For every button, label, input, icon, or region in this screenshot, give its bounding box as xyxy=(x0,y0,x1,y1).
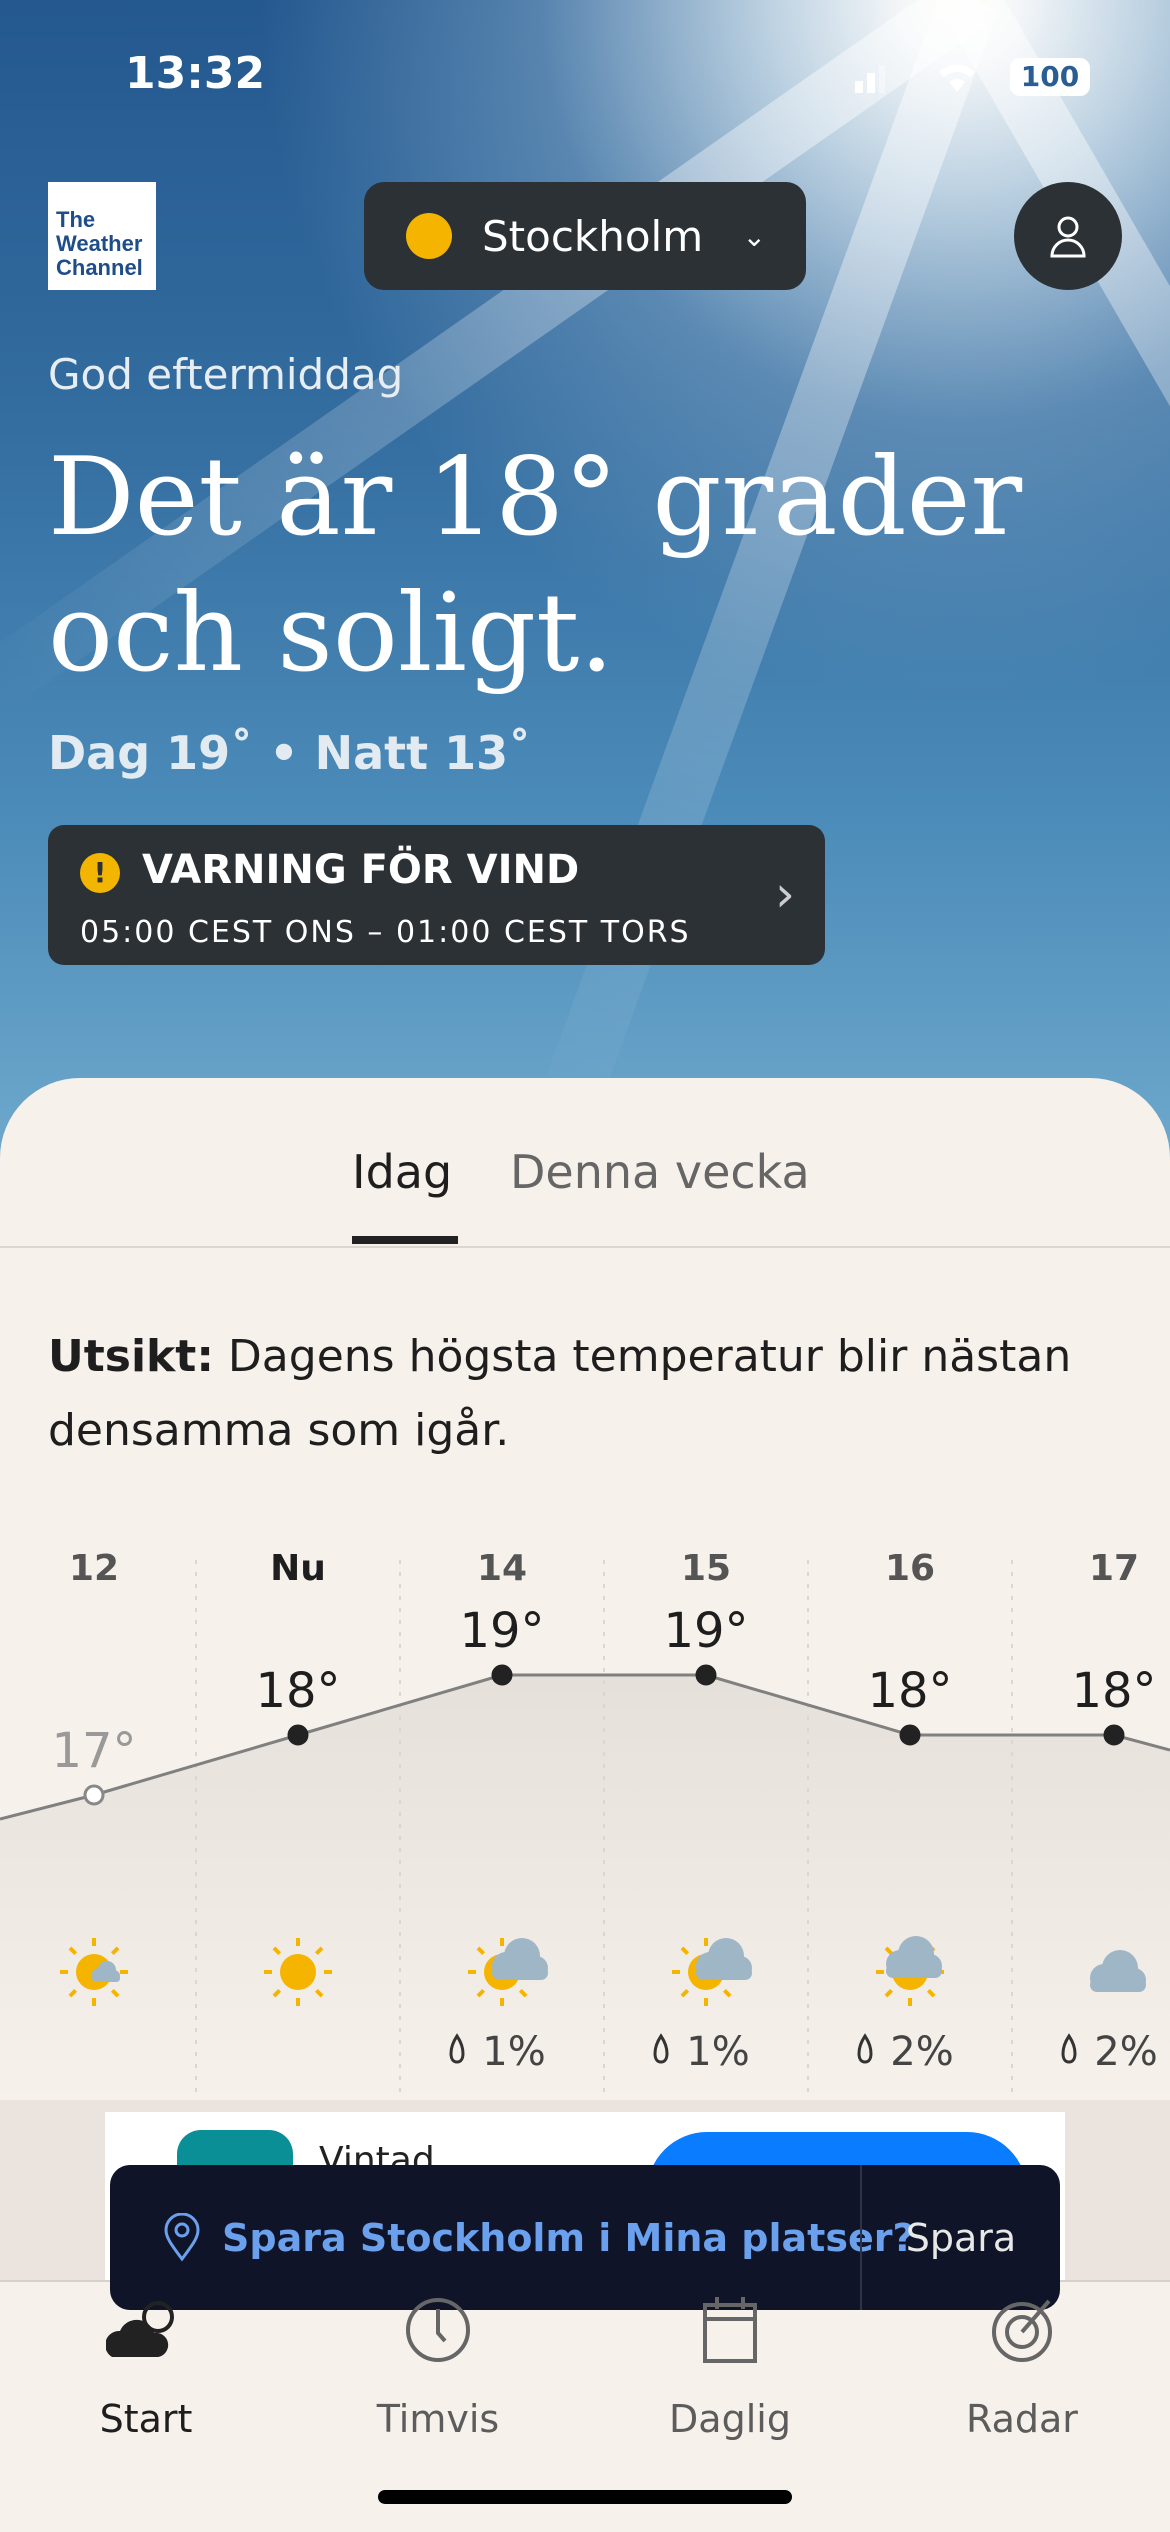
battery-indicator: 100 xyxy=(1010,58,1090,96)
hourly-chart: 17° 12 18° Nu 19° 14 1% 19° 15 1% 18° 16 2% 18° 17 2% xyxy=(0,1548,1170,2100)
signal-icon xyxy=(855,65,885,93)
day-night-temps: Dag 19˚ • Natt 13˚ xyxy=(48,726,532,780)
temperature-point xyxy=(491,1664,513,1686)
hour-label: 15 xyxy=(681,1548,731,1589)
calendar-icon xyxy=(703,2297,757,2363)
precip-chance: 1% xyxy=(686,2029,749,2075)
nav-radar[interactable]: Radar xyxy=(876,2295,1168,2441)
divider xyxy=(0,1246,1170,1248)
nav-daglig[interactable]: Daglig xyxy=(584,2295,876,2441)
tab-denna-vecka[interactable]: Denna vecka xyxy=(510,1145,810,1199)
status-time: 13:32 xyxy=(125,48,266,99)
temperature-area xyxy=(0,1675,1170,2100)
hour-label: 17 xyxy=(1089,1548,1139,1589)
sun-icon xyxy=(406,213,452,259)
tab-idag[interactable]: Idag xyxy=(352,1145,452,1199)
temperature-label: 19° xyxy=(459,1603,544,1659)
warning-title: VARNING FÖR VIND xyxy=(142,847,580,893)
warning-period: 05:00 CEST ONS – 01:00 CEST TORS xyxy=(80,915,691,950)
temperature-point xyxy=(695,1664,717,1686)
precip-chance: 2% xyxy=(1094,2029,1157,2075)
warning-icon: ! xyxy=(80,853,120,893)
active-tab-indicator xyxy=(352,1236,458,1244)
cloud-icon xyxy=(105,2301,174,2357)
save-button[interactable]: Spara xyxy=(862,2216,1060,2260)
toast-message[interactable]: Spara Stockholm i Mina platser? xyxy=(222,2216,915,2260)
precip-chance: 1% xyxy=(482,2029,545,2075)
wifi-icon xyxy=(939,64,975,92)
temperature-point xyxy=(83,1784,105,1806)
outlook-text: Utsikt: Dagens högsta temperatur blir nä… xyxy=(48,1331,1072,1456)
precip-chance: 2% xyxy=(890,2029,953,2075)
hour-label: 12 xyxy=(69,1548,119,1589)
chevron-down-icon: ⌄ xyxy=(742,219,766,253)
temperature-label: 18° xyxy=(867,1663,952,1719)
hour-label: 16 xyxy=(885,1548,935,1589)
radar-icon xyxy=(992,2299,1052,2362)
clock-icon xyxy=(406,2298,470,2362)
person-icon xyxy=(1050,216,1086,258)
temperature-label: 18° xyxy=(1071,1663,1156,1719)
location-name: Stockholm xyxy=(482,211,704,261)
temperature-point xyxy=(1103,1724,1125,1746)
headline: Det är 18° grader och soligt. xyxy=(48,435,1023,696)
nav-timvis[interactable]: Timvis xyxy=(292,2295,584,2441)
temperature-point xyxy=(287,1724,309,1746)
home-indicator[interactable] xyxy=(378,2490,792,2504)
location-selector[interactable]: Stockholm ⌄ xyxy=(364,182,806,290)
location-pin-icon xyxy=(164,2212,200,2262)
chevron-right-icon: › xyxy=(775,865,795,923)
temperature-point xyxy=(899,1724,921,1746)
save-location-toast: Spara Stockholm i Mina platser? Spara xyxy=(110,2165,1060,2310)
weather-channel-logo[interactable]: The Weather Channel xyxy=(48,182,156,290)
hour-label: 14 xyxy=(477,1548,527,1589)
temperature-label: 19° xyxy=(663,1603,748,1659)
wind-warning-banner[interactable]: ! VARNING FÖR VIND 05:00 CEST ONS – 01:0… xyxy=(48,825,825,965)
greeting: God eftermiddag xyxy=(48,350,404,399)
temperature-label: 18° xyxy=(255,1663,340,1719)
nav-start[interactable]: Start xyxy=(0,2295,292,2441)
temperature-label: 17° xyxy=(51,1723,136,1779)
profile-button[interactable] xyxy=(1014,182,1122,290)
hour-label: Nu xyxy=(270,1548,326,1589)
